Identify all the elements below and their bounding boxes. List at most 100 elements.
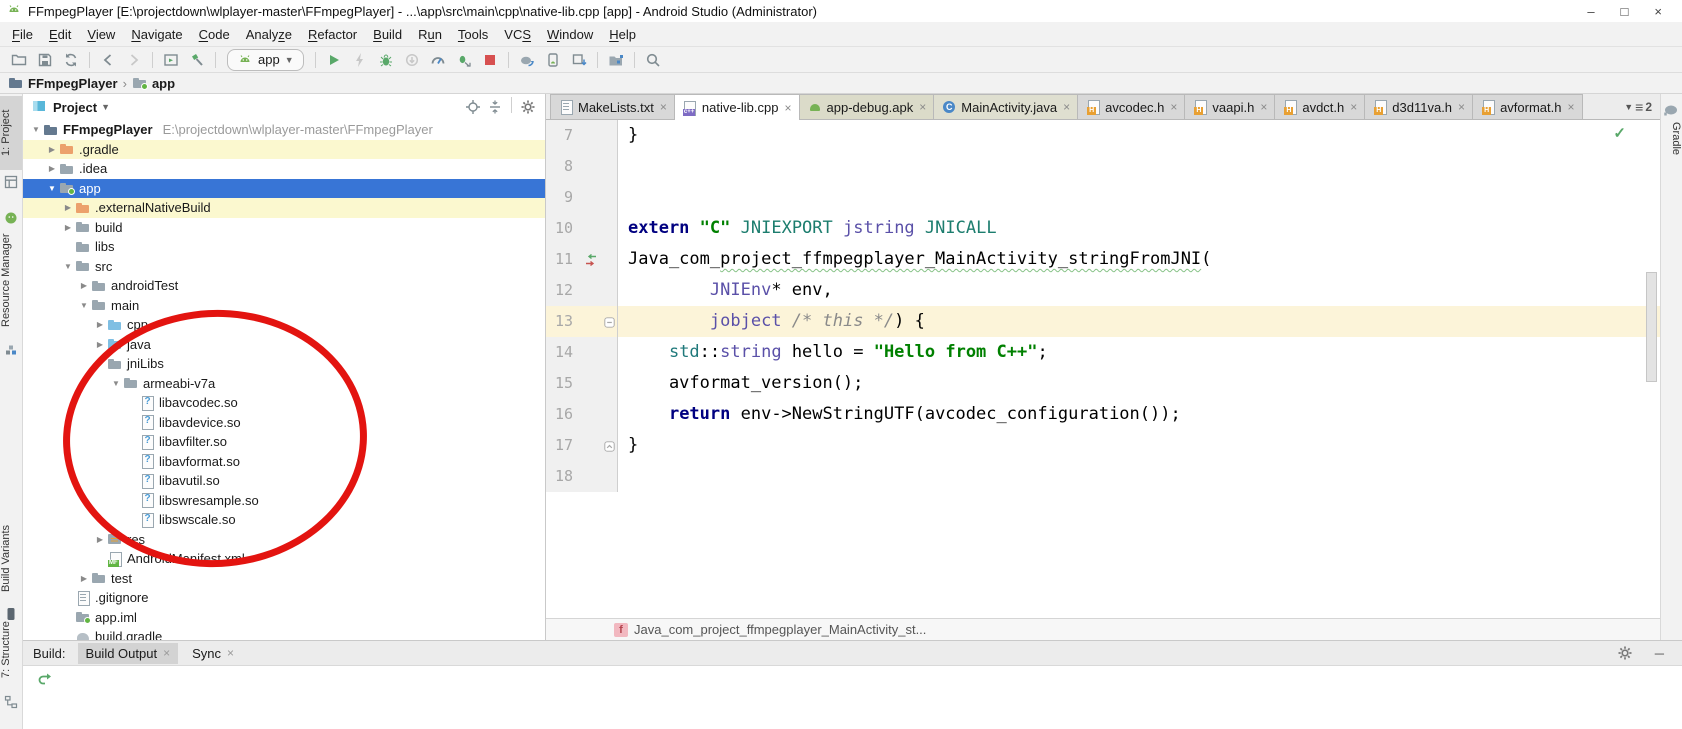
tree-row[interactable]: ▼FFmpegPlayerE:\projectdown\wlplayer-mas… bbox=[23, 120, 545, 140]
close-icon[interactable]: × bbox=[919, 100, 926, 114]
gear-button[interactable] bbox=[1617, 645, 1633, 661]
tool-window-button--project[interactable]: 1: Project bbox=[0, 96, 22, 170]
expand-arrow-icon[interactable]: ▶ bbox=[93, 320, 107, 329]
close-icon[interactable]: × bbox=[1350, 100, 1357, 114]
close-icon[interactable]: × bbox=[1458, 100, 1465, 114]
menu-item-tools[interactable]: Tools bbox=[450, 24, 496, 45]
menu-item-refactor[interactable]: Refactor bbox=[300, 24, 365, 45]
tool-window-button-resource-manager[interactable]: Resource Manager bbox=[0, 228, 22, 332]
editor-tab-native-lib-cpp[interactable]: native-lib.cpp× bbox=[674, 94, 800, 120]
breadcrumb-item-app[interactable]: app bbox=[132, 75, 175, 91]
minimize-button[interactable]: – bbox=[1587, 4, 1594, 19]
tree-row[interactable]: MFAndroidManifest.xml bbox=[23, 549, 545, 569]
rerun-build-icon[interactable] bbox=[37, 672, 53, 688]
menu-item-code[interactable]: Code bbox=[191, 24, 238, 45]
close-icon[interactable]: × bbox=[1063, 100, 1070, 114]
chevron-down-icon[interactable]: ▼ bbox=[101, 102, 110, 112]
close-icon[interactable]: × bbox=[660, 100, 667, 114]
menu-item-help[interactable]: Help bbox=[601, 24, 644, 45]
editor-tab-vaapi-h[interactable]: vaapi.h× bbox=[1184, 94, 1275, 119]
editor-tab-app-debug-apk[interactable]: app-debug.apk× bbox=[799, 94, 935, 119]
close-icon[interactable]: × bbox=[227, 646, 234, 660]
sdk-manager-button[interactable] bbox=[566, 49, 592, 71]
profiler-button[interactable] bbox=[425, 49, 451, 71]
tree-row[interactable]: ▶.externalNativeBuild bbox=[23, 198, 545, 218]
menu-item-file[interactable]: File bbox=[4, 24, 41, 45]
close-button[interactable]: × bbox=[1654, 4, 1662, 19]
tree-row[interactable]: app.iml bbox=[23, 608, 545, 628]
close-icon[interactable]: × bbox=[1170, 100, 1177, 114]
expand-arrow-icon[interactable]: ▶ bbox=[77, 281, 91, 290]
menu-item-window[interactable]: Window bbox=[539, 24, 601, 45]
expand-arrow-icon[interactable]: ▼ bbox=[93, 359, 107, 368]
editor-tab-makelists-txt[interactable]: MakeLists.txt× bbox=[550, 94, 675, 119]
expand-arrow-icon[interactable]: ▼ bbox=[77, 301, 91, 310]
expand-arrow-icon[interactable]: ▼ bbox=[109, 379, 123, 388]
tree-row[interactable]: libs bbox=[23, 237, 545, 257]
expand-arrow-icon[interactable]: ▼ bbox=[29, 125, 43, 134]
minimize-button[interactable]: ─ bbox=[1655, 646, 1664, 661]
fold-marker-icon[interactable] bbox=[602, 430, 618, 461]
close-icon[interactable]: × bbox=[1260, 100, 1267, 114]
tree-row[interactable]: ▶.gradle bbox=[23, 140, 545, 160]
run-window-button[interactable] bbox=[158, 49, 184, 71]
save-button[interactable] bbox=[32, 49, 58, 71]
tool-window-button-gradle[interactable]: Gradle bbox=[1661, 122, 1682, 155]
expand-arrow-icon[interactable]: ▶ bbox=[77, 574, 91, 583]
blocks-icon[interactable] bbox=[3, 342, 19, 358]
menu-item-build[interactable]: Build bbox=[365, 24, 410, 45]
project-structure-button[interactable] bbox=[603, 49, 629, 71]
jni-mapping-icon[interactable] bbox=[580, 244, 602, 275]
tree-row[interactable]: ▼main bbox=[23, 296, 545, 316]
expand-arrow-icon[interactable]: ▶ bbox=[93, 340, 107, 349]
android-green-icon[interactable] bbox=[3, 210, 19, 226]
tree-row[interactable]: ▶res bbox=[23, 530, 545, 550]
expand-arrow-icon[interactable]: ▶ bbox=[45, 145, 59, 154]
editor-scrollbar-thumb[interactable] bbox=[1646, 272, 1657, 382]
search-button[interactable] bbox=[640, 49, 666, 71]
run-config-selector[interactable]: app▼ bbox=[227, 49, 304, 71]
tree-row[interactable]: ▶build bbox=[23, 218, 545, 238]
editor-tab-avcodec-h[interactable]: avcodec.h× bbox=[1077, 94, 1185, 119]
hammer-button[interactable] bbox=[184, 49, 210, 71]
editor-tab-d3d11va-h[interactable]: d3d11va.h× bbox=[1364, 94, 1473, 119]
attach-button[interactable] bbox=[399, 49, 425, 71]
menu-item-analyze[interactable]: Analyze bbox=[238, 24, 300, 45]
debug-button[interactable] bbox=[373, 49, 399, 71]
menu-item-run[interactable]: Run bbox=[410, 24, 450, 45]
tree-row[interactable]: ?libavdevice.so bbox=[23, 413, 545, 433]
expand-arrow-icon[interactable]: ▶ bbox=[61, 223, 75, 232]
locate-button[interactable] bbox=[462, 97, 484, 117]
tree-row[interactable]: ▶test bbox=[23, 569, 545, 589]
tool-window-button--structure[interactable]: 7: Structure bbox=[0, 610, 22, 690]
editor-body[interactable]: 7}8910extern "C" JNIEXPORT jstring JNICA… bbox=[546, 120, 1660, 618]
collapse-button[interactable] bbox=[484, 97, 506, 117]
menu-item-vcs[interactable]: VCS bbox=[496, 24, 539, 45]
menu-item-view[interactable]: View bbox=[79, 24, 123, 45]
breadcrumb-item-ffmpegplayer[interactable]: FFmpegPlayer bbox=[8, 75, 118, 91]
close-icon[interactable]: × bbox=[1567, 100, 1574, 114]
stop-button[interactable] bbox=[477, 49, 503, 71]
build-tab-sync[interactable]: Sync× bbox=[184, 643, 242, 664]
tool-window-button-build-variants[interactable]: Build Variants bbox=[0, 514, 22, 602]
tree-row[interactable]: ▶java bbox=[23, 335, 545, 355]
gradle-sync-button[interactable] bbox=[514, 49, 540, 71]
expand-arrow-icon[interactable]: ▶ bbox=[93, 535, 107, 544]
tree-row[interactable]: ▼jniLibs bbox=[23, 354, 545, 374]
close-icon[interactable]: × bbox=[784, 101, 791, 115]
tree-row[interactable]: ▶androidTest bbox=[23, 276, 545, 296]
project-panel-title[interactable]: Project bbox=[53, 100, 97, 115]
tree-row[interactable]: ?libavcodec.so bbox=[23, 393, 545, 413]
tree-row[interactable]: ▼src bbox=[23, 257, 545, 277]
back-button[interactable] bbox=[95, 49, 121, 71]
lightning-button[interactable] bbox=[347, 49, 373, 71]
menu-item-edit[interactable]: Edit bbox=[41, 24, 79, 45]
forward-button[interactable] bbox=[121, 49, 147, 71]
tree-row[interactable]: build.gradle bbox=[23, 627, 545, 640]
editor-tab-avdct-h[interactable]: avdct.h× bbox=[1274, 94, 1365, 119]
maximize-button[interactable]: □ bbox=[1621, 4, 1629, 19]
sync-button[interactable] bbox=[58, 49, 84, 71]
hidden-tabs-control[interactable]: ▼≡2 bbox=[1616, 99, 1660, 115]
gear-button[interactable] bbox=[517, 97, 539, 117]
device-manager-button[interactable] bbox=[540, 49, 566, 71]
